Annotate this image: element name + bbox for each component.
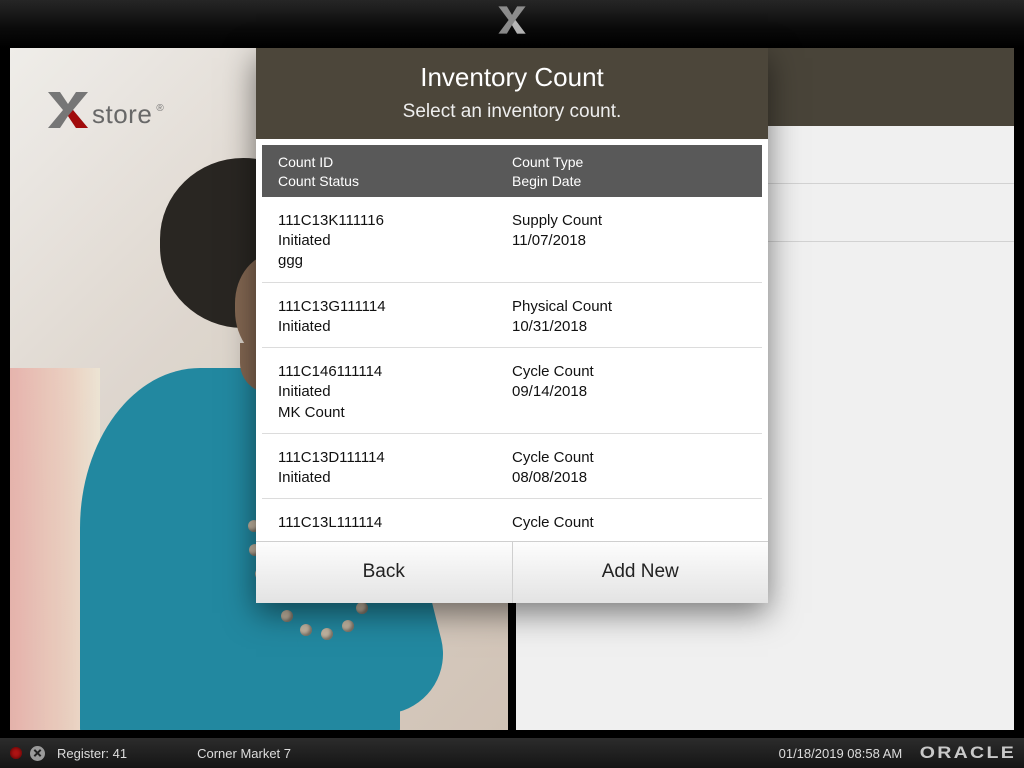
row-extra: MK Count — [278, 403, 512, 423]
close-icon[interactable] — [30, 746, 45, 761]
row-count-id: 111C13D111114 — [278, 448, 512, 468]
store-label: Corner Market 7 — [197, 746, 291, 761]
row-begin-date: 12/22/2017 — [512, 534, 746, 535]
inventory-count-row[interactable]: 111C13L111114 Initiated Cycle Count 12/2… — [262, 499, 762, 535]
row-begin-date: 09/14/2018 — [512, 382, 746, 402]
inventory-count-list[interactable]: 111C13K111116 Initiated ggg Supply Count… — [262, 197, 762, 535]
row-count-type: Cycle Count — [512, 362, 746, 382]
row-status: Initiated — [278, 382, 512, 402]
row-extra: ggg — [278, 251, 512, 271]
row-status: Initiated — [278, 534, 512, 535]
row-count-id: 111C13L111114 — [278, 513, 512, 533]
status-bar: Register: 41 Corner Market 7 01/18/2019 … — [0, 738, 1024, 768]
row-count-type: Physical Count — [512, 297, 746, 317]
modal-subtitle: Select an inventory count. — [266, 101, 758, 123]
row-count-type: Cycle Count — [512, 513, 746, 533]
registered-mark: ® — [156, 103, 163, 114]
row-begin-date: 10/31/2018 — [512, 317, 746, 337]
xstore-x-icon — [46, 90, 90, 130]
col-header-count-status: Count Status — [278, 172, 512, 191]
row-begin-date: 11/07/2018 — [512, 231, 746, 251]
status-clock: 01/18/2019 08:58 AM — [779, 746, 903, 761]
row-count-id: 111C13G111114 — [278, 297, 512, 317]
x-logo-icon — [495, 2, 529, 38]
register-label: Register: 41 — [57, 746, 127, 761]
row-count-type: Cycle Count — [512, 448, 746, 468]
modal-column-header: Count ID Count Status Count Type Begin D… — [262, 145, 762, 197]
inventory-count-row[interactable]: 111C13G111114 Initiated Physical Count 1… — [262, 283, 762, 349]
modal-title: Inventory Count — [266, 62, 758, 93]
oracle-logo: ORACLE — [920, 743, 1016, 763]
row-begin-date: 08/08/2018 — [512, 468, 746, 488]
inventory-count-row[interactable]: 111C146111114 Initiated MK Count Cycle C… — [262, 348, 762, 434]
row-status: Initiated — [278, 317, 512, 337]
modal-header: Inventory Count Select an inventory coun… — [256, 48, 768, 139]
row-status: Initiated — [278, 231, 512, 251]
col-header-count-type: Count Type — [512, 153, 746, 172]
row-count-type: Supply Count — [512, 211, 746, 231]
modal-action-bar: Back Add New — [256, 541, 768, 603]
row-status: Initiated — [278, 468, 512, 488]
row-count-id: 111C13K111116 — [278, 211, 512, 231]
col-header-begin-date: Begin Date — [512, 172, 746, 191]
back-button[interactable]: Back — [256, 542, 512, 603]
status-indicator-icon — [10, 747, 22, 759]
inventory-count-row[interactable]: 111C13D111114 Initiated Cycle Count 08/0… — [262, 434, 762, 500]
inventory-count-modal: Inventory Count Select an inventory coun… — [256, 48, 768, 603]
app-title-bar — [0, 0, 1024, 48]
xstore-brand: store ® — [46, 90, 162, 130]
add-new-button[interactable]: Add New — [512, 542, 769, 603]
xstore-brand-text: store — [92, 99, 152, 130]
inventory-count-row[interactable]: 111C13K111116 Initiated ggg Supply Count… — [262, 197, 762, 283]
row-count-id: 111C146111114 — [278, 362, 512, 382]
col-header-count-id: Count ID — [278, 153, 512, 172]
